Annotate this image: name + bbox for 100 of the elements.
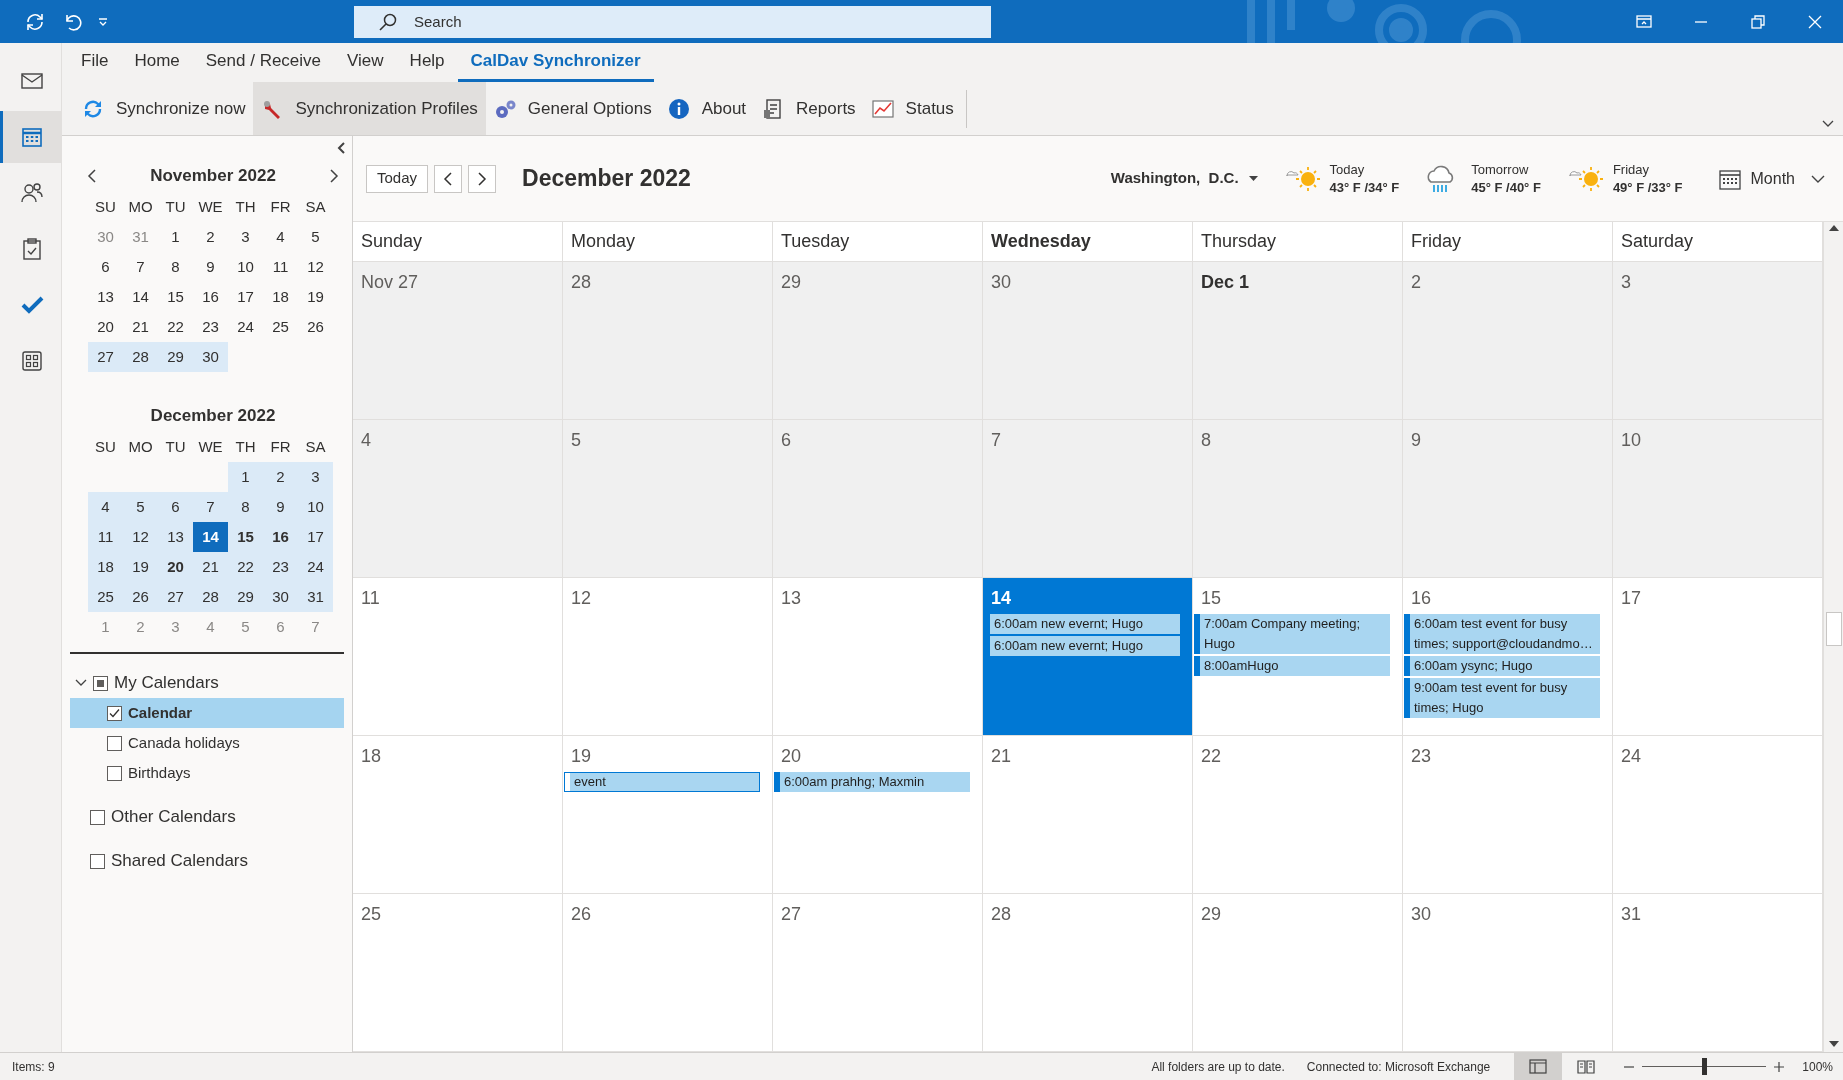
day-cell[interactable]: 20 6:00am prahhg; Maxmin — [773, 736, 983, 893]
day-cell[interactable]: 19 event — [563, 736, 773, 893]
date-cell[interactable]: 2 — [263, 462, 298, 492]
previous-button[interactable] — [434, 164, 463, 193]
ribbon-button[interactable]: About — [659, 82, 755, 135]
date-cell[interactable]: 5 — [123, 492, 158, 522]
date-cell[interactable]: 20 — [158, 552, 193, 582]
date-cell[interactable]: 23 — [193, 312, 228, 342]
calendar-event[interactable]: 9:00am test event for busy times; Hugo — [1404, 678, 1600, 718]
menu-tab[interactable]: File — [68, 43, 122, 82]
date-cell[interactable]: 6 — [158, 492, 193, 522]
day-cell[interactable]: 2 — [1403, 262, 1613, 419]
ribbon-button[interactable]: Status — [863, 82, 962, 135]
checkbox[interactable] — [90, 809, 105, 825]
nav-item[interactable] — [0, 111, 61, 163]
day-cell[interactable]: 7 — [983, 420, 1193, 577]
next-button[interactable] — [468, 164, 497, 193]
date-cell[interactable]: 20 — [88, 312, 123, 342]
date-cell[interactable]: 14 — [193, 522, 228, 552]
date-cell[interactable]: 21 — [193, 552, 228, 582]
date-cell[interactable]: 3 — [298, 462, 333, 492]
day-cell[interactable]: 29 — [773, 262, 983, 419]
date-cell[interactable]: 21 — [123, 312, 158, 342]
scrollbar[interactable] — [1823, 222, 1843, 1052]
chevron-down-icon[interactable] — [75, 678, 87, 688]
date-cell[interactable]: 26 — [298, 312, 333, 342]
ribbon-button[interactable]: Reports — [754, 82, 864, 135]
date-cell[interactable]: 10 — [228, 252, 263, 282]
day-cell[interactable]: 8 — [1193, 420, 1403, 577]
today-button[interactable]: Today — [366, 164, 429, 193]
checkbox[interactable] — [93, 675, 108, 691]
calendar-list-item[interactable]: Birthdays — [70, 758, 344, 788]
chevron-right-icon[interactable] — [329, 169, 339, 183]
date-cell[interactable]: 3 — [228, 222, 263, 252]
calendar-event[interactable]: 7:00am Company meeting; Hugo — [1194, 614, 1390, 654]
ribbon-button[interactable]: Synchronization Profiles — [253, 82, 486, 135]
zoom-in-icon[interactable] — [1774, 1061, 1785, 1072]
view-button[interactable] — [1514, 1053, 1563, 1080]
date-cell[interactable]: 12 — [123, 522, 158, 552]
location-dropdown[interactable]: Washington, D.C. — [1110, 167, 1258, 190]
down-arrow-icon[interactable] — [1828, 1040, 1839, 1048]
date-cell[interactable]: 6 — [263, 612, 298, 642]
date-cell[interactable]: 25 — [263, 312, 298, 342]
date-cell[interactable]: 24 — [298, 552, 333, 582]
date-cell[interactable]: 9 — [193, 252, 228, 282]
checkbox[interactable] — [107, 765, 122, 781]
day-cell[interactable]: 28 — [563, 262, 773, 419]
date-cell[interactable]: 7 — [193, 492, 228, 522]
date-cell[interactable]: 18 — [263, 282, 298, 312]
dropdown-icon[interactable] — [98, 17, 108, 26]
checkbox[interactable] — [107, 705, 122, 721]
date-cell[interactable]: 3 — [158, 612, 193, 642]
date-cell[interactable]: 31 — [298, 582, 333, 612]
date-cell[interactable]: 22 — [158, 312, 193, 342]
date-cell[interactable]: 23 — [263, 552, 298, 582]
day-cell[interactable]: Dec 1 — [1193, 262, 1403, 419]
calendar-event[interactable]: 8:00amHugo — [1194, 656, 1390, 676]
day-cell[interactable]: Nov 27 — [353, 262, 563, 419]
date-cell[interactable]: 19 — [298, 282, 333, 312]
date-cell[interactable]: 19 — [123, 552, 158, 582]
date-cell[interactable]: 22 — [228, 552, 263, 582]
zoom-slider[interactable] — [1642, 1058, 1767, 1075]
date-cell[interactable]: 2 — [193, 222, 228, 252]
day-cell[interactable]: 5 — [563, 420, 773, 577]
date-cell[interactable]: 9 — [263, 492, 298, 522]
up-arrow-icon[interactable] — [1828, 224, 1839, 232]
day-cell[interactable]: 30 — [983, 262, 1193, 419]
day-cell[interactable]: 3 — [1613, 262, 1823, 419]
day-cell[interactable]: 9 — [1403, 420, 1613, 577]
scrollbar-thumb[interactable] — [1826, 612, 1842, 646]
date-cell[interactable]: 4 — [263, 222, 298, 252]
collapse-icon[interactable] — [336, 142, 346, 154]
date-cell[interactable]: 30 — [193, 342, 228, 372]
ribbon-button[interactable]: Synchronize now — [74, 82, 254, 135]
menu-tab[interactable]: Help — [396, 43, 458, 82]
folder-group-label[interactable]: Other Calendars — [111, 804, 236, 830]
day-cell[interactable]: 16 6:00am test event for busy times; support@cloudandmo… 6:00am ysync; Hugo 9:00am test event for busy times; Hugo — [1403, 578, 1613, 735]
chevron-icon[interactable] — [1821, 119, 1835, 129]
date-cell[interactable]: 1 — [158, 222, 193, 252]
date-cell[interactable]: 8 — [158, 252, 193, 282]
date-cell[interactable]: 11 — [88, 522, 123, 552]
view-dropdown[interactable]: Month — [1718, 166, 1825, 191]
date-cell[interactable]: 25 — [88, 582, 123, 612]
date-cell[interactable]: 28 — [193, 582, 228, 612]
ribbon-button[interactable]: General Options — [485, 82, 660, 135]
calendar-event[interactable]: 6:00am prahhg; Maxmin — [774, 772, 970, 792]
day-cell[interactable]: 6 — [773, 420, 983, 577]
date-cell[interactable]: 29 — [228, 582, 263, 612]
date-cell[interactable]: 13 — [158, 522, 193, 552]
slider-thumb[interactable] — [1702, 1058, 1708, 1075]
date-cell[interactable]: 5 — [298, 222, 333, 252]
search-field[interactable]: Search — [354, 5, 991, 38]
date-cell[interactable]: 29 — [158, 342, 193, 372]
date-cell[interactable]: 15 — [228, 522, 263, 552]
menu-tab[interactable]: Home — [121, 43, 193, 82]
date-cell[interactable]: 30 — [263, 582, 298, 612]
folder-group-label[interactable]: My Calendars — [114, 670, 219, 696]
date-cell[interactable]: 12 — [298, 252, 333, 282]
calendar-list-item[interactable]: Canada holidays — [70, 728, 344, 758]
checkbox[interactable] — [90, 853, 105, 869]
